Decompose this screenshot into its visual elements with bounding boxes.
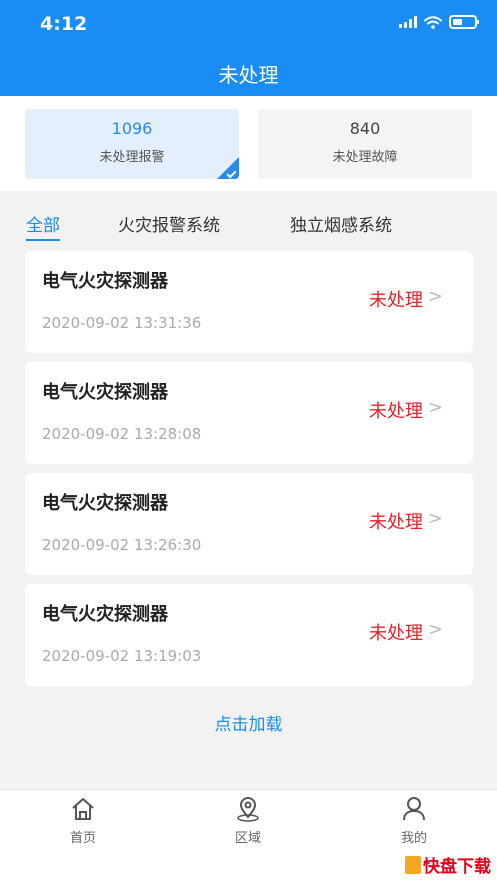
nav-item-area[interactable]: 区域 [198, 794, 298, 846]
alarm-status: 未处理 [369, 401, 423, 422]
nav-item-mine[interactable]: 我的 [364, 794, 464, 846]
battery-icon [449, 15, 479, 29]
tab-smoke-detector-system[interactable]: 独立烟感系统 [290, 211, 392, 236]
home-icon [72, 798, 94, 820]
page-title: 未处理 [218, 63, 279, 87]
alarm-list-item[interactable]: 电气火灾探测器 2020-09-02 13:19:03 未处理 > [25, 584, 473, 686]
alarm-status: 未处理 [369, 512, 423, 533]
app-header: 4:12 未处理 [0, 0, 497, 96]
stat-count: 840 [349, 119, 381, 138]
chevron-right-icon: > [427, 619, 443, 640]
alarm-status: 未处理 [369, 290, 423, 311]
alarm-title: 电气火灾探测器 [42, 271, 168, 292]
alarm-time: 2020-09-02 13:26:30 [42, 536, 202, 554]
status-bar: 4:12 [0, 0, 497, 48]
stat-card-unhandled-faults[interactable]: 840 未处理故障 [258, 109, 472, 179]
alarm-title: 电气火灾探测器 [42, 604, 168, 625]
watermark: 快盘下载 [405, 852, 491, 877]
watermark-logo-icon [405, 855, 421, 874]
stat-label: 未处理报警 [99, 150, 165, 165]
wifi-icon [424, 15, 442, 29]
alarm-status: 未处理 [369, 623, 423, 644]
stat-label: 未处理故障 [332, 150, 398, 165]
load-more-link[interactable]: 点击加载 [0, 710, 497, 735]
alarm-title: 电气火灾探测器 [42, 382, 168, 403]
stats-panel: 1096 未处理报警 840 未处理故障 [0, 96, 497, 191]
alarm-list-item[interactable]: 电气火灾探测器 2020-09-02 13:26:30 未处理 > [25, 473, 473, 575]
status-icons [399, 15, 479, 29]
nav-label: 我的 [400, 831, 427, 846]
alarm-time: 2020-09-02 13:31:36 [42, 314, 202, 332]
chevron-right-icon: > [427, 397, 443, 418]
chevron-right-icon: > [427, 286, 443, 307]
alarm-list-item[interactable]: 电气火灾探测器 2020-09-02 13:28:08 未处理 > [25, 362, 473, 464]
alarm-time: 2020-09-02 13:28:08 [42, 425, 202, 443]
stat-card-unhandled-alarms[interactable]: 1096 未处理报警 [25, 109, 239, 179]
watermark-text: 快盘下载 [423, 857, 491, 877]
stat-count: 1096 [111, 119, 153, 138]
location-icon [237, 797, 259, 822]
cellular-signal-icon [399, 16, 417, 28]
alarm-list-item[interactable]: 电气火灾探测器 2020-09-02 13:31:36 未处理 > [25, 251, 473, 353]
nav-item-home[interactable]: 首页 [33, 794, 133, 846]
status-time: 4:12 [40, 13, 88, 35]
nav-label: 区域 [234, 831, 261, 846]
alarm-time: 2020-09-02 13:19:03 [42, 647, 202, 665]
nav-label: 首页 [69, 831, 96, 846]
tab-fire-alarm-system[interactable]: 火灾报警系统 [118, 211, 220, 236]
tab-all[interactable]: 全部 [26, 211, 60, 241]
system-tabs: 全部 火灾报警系统 独立烟感系统 [0, 191, 497, 243]
user-icon [403, 797, 425, 821]
chevron-right-icon: > [427, 508, 443, 529]
alarm-title: 电气火灾探测器 [42, 493, 168, 514]
